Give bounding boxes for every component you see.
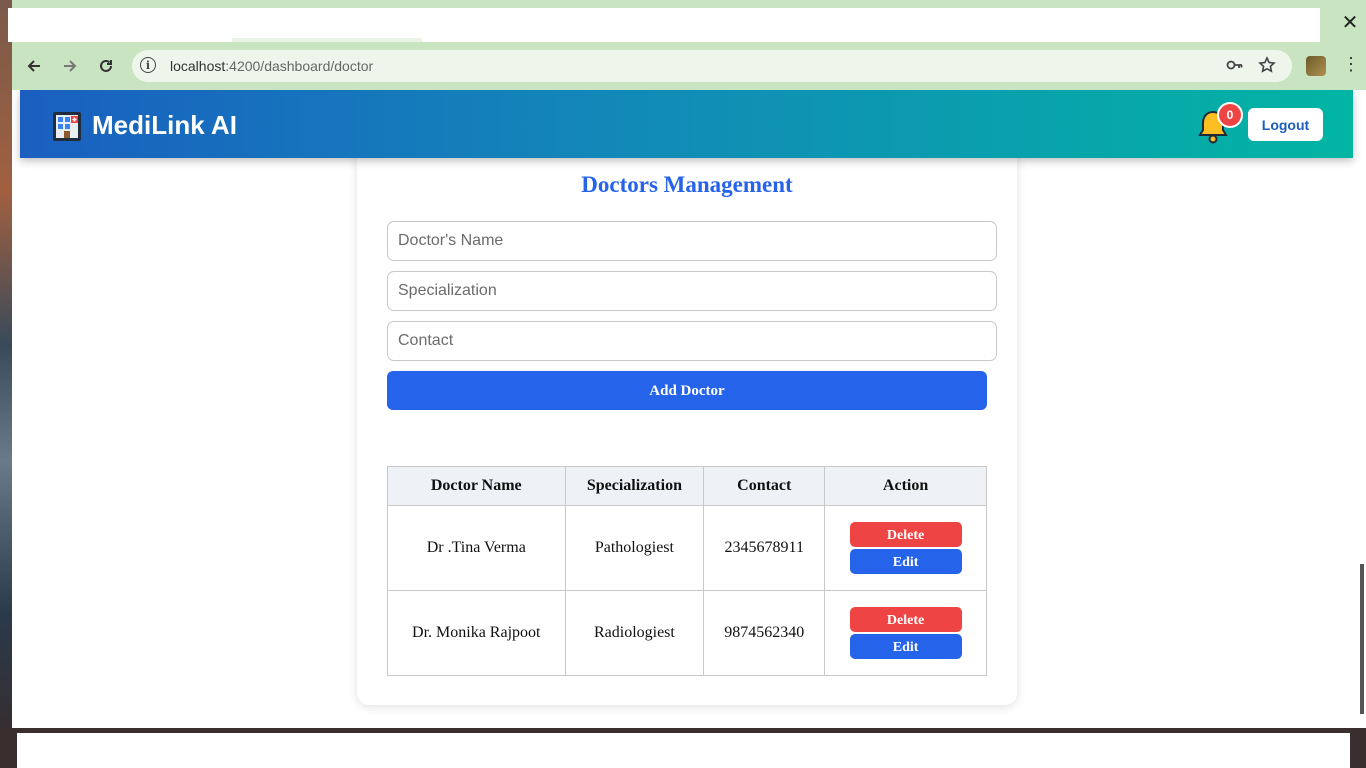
tab-strip-overlay [8,8,1320,42]
back-button[interactable] [20,52,48,80]
doctors-table: Doctor Name Specialization Contact Actio… [387,466,987,676]
window-close-icon[interactable]: ✕ [1338,12,1362,34]
browser-titlebar: ✕ [8,0,1366,42]
browser-toolbar: i localhost:4200/dashboard/doctor ⋮ [12,42,1366,90]
specialization-input[interactable] [387,271,997,311]
browser-window: ✕ i localhost:4200/dashboard/doctor ⋮ Me… [8,0,1366,728]
site-info-icon[interactable]: i [140,57,156,73]
hospital-logo-icon [53,112,81,141]
reload-icon [100,59,112,72]
edit-button[interactable]: Edit [849,634,962,659]
arrow-right-icon [64,60,77,72]
address-bar[interactable]: i localhost:4200/dashboard/doctor [132,50,1292,82]
desktop-background [0,0,12,768]
page-title: Doctors Management [581,172,793,197]
doctor-name-cell: Dr .Tina Verma [387,505,566,591]
app-navbar: MediLink AI 0 Logout [20,90,1353,158]
background-window [17,733,1350,768]
url-host: localhost [170,58,226,74]
column-header: Action [824,466,987,506]
table-row: Dr .Tina Verma Pathologiest 2345678911 D… [387,505,987,591]
logout-button[interactable]: Logout [1248,108,1323,141]
column-header: Contact [703,466,826,506]
table-header-row: Doctor Name Specialization Contact Actio… [387,466,987,506]
action-cell: Delete Edit [824,505,987,591]
add-doctor-button[interactable]: Add Doctor [387,371,987,410]
action-cell: Delete Edit [824,590,987,676]
delete-button[interactable]: Delete [849,607,962,632]
page-viewport: MediLink AI 0 Logout Doctors Management … [12,90,1366,728]
url-path: :4200/dashboard/doctor [225,58,374,74]
reload-button[interactable] [92,52,120,80]
contact-input[interactable] [387,321,997,361]
kebab-menu-icon[interactable]: ⋮ [1342,54,1360,75]
key-icon[interactable] [1226,56,1244,79]
delete-button[interactable]: Delete [849,522,962,547]
specialization-cell: Pathologiest [564,505,705,591]
page-scrollbar[interactable] [1360,564,1364,714]
arrow-left-icon [27,60,40,72]
column-header: Specialization [564,466,705,506]
table-row: Dr. Monika Rajpoot Radiologiest 98745623… [387,590,987,676]
extension-avatar-icon[interactable] [1306,56,1326,76]
contact-cell: 9874562340 [703,590,826,676]
star-icon[interactable] [1258,56,1276,79]
edit-button[interactable]: Edit [849,549,962,574]
doctor-name-cell: Dr. Monika Rajpoot [387,590,566,676]
contact-cell: 2345678911 [703,505,826,591]
brand-name: MediLink AI [92,110,237,140]
forward-button[interactable] [56,52,84,80]
url-text[interactable]: localhost:4200/dashboard/doctor [170,58,373,74]
doctor-name-input[interactable] [387,221,997,261]
notification-count-badge: 0 [1217,102,1243,128]
specialization-cell: Radiologiest [564,590,705,676]
doctors-management-card: Doctors Management Add Doctor Doctor Nam… [357,130,1017,705]
column-header: Doctor Name [387,466,566,506]
